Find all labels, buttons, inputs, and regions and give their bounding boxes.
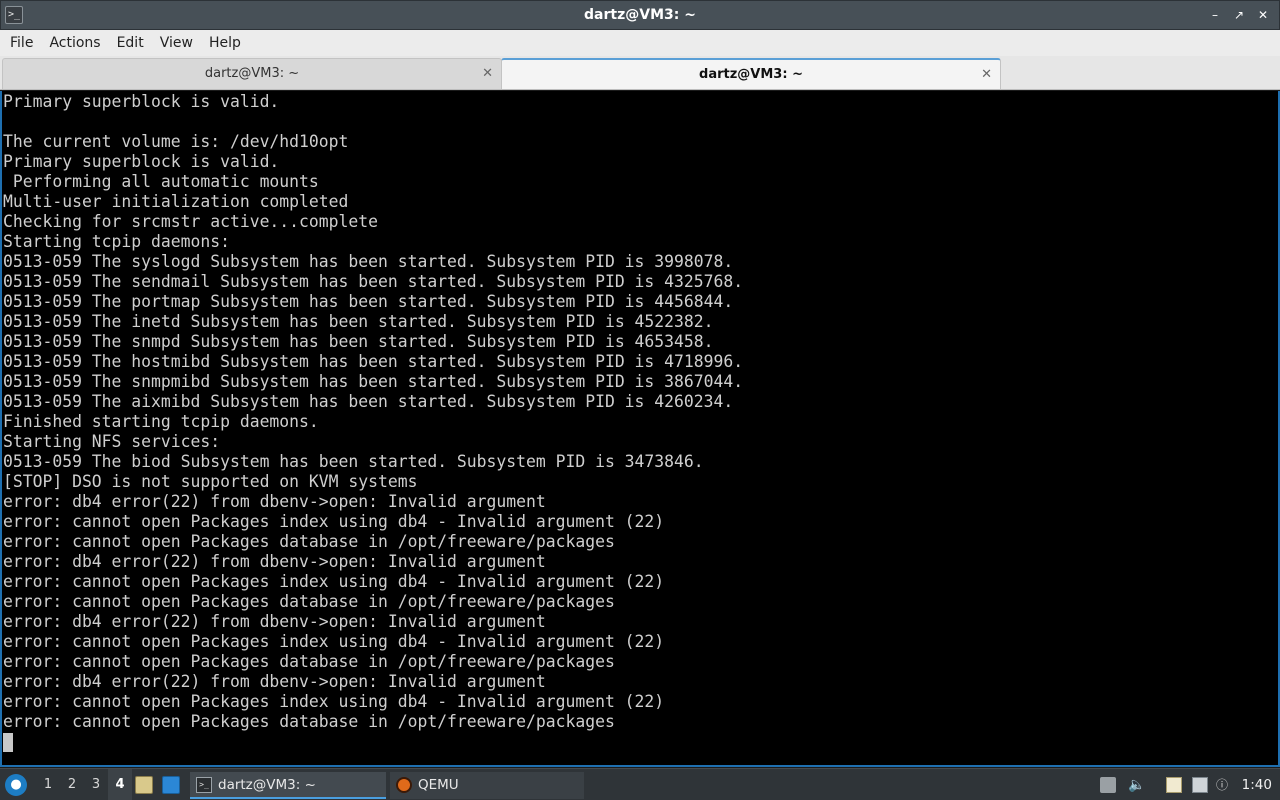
- terminal-line: error: db4 error(22) from dbenv->open: I…: [3, 552, 546, 571]
- menu-file[interactable]: File: [2, 30, 41, 56]
- terminal-line: 0513-059 The snmpd Subsystem has been st…: [3, 332, 714, 351]
- terminal-line: 0513-059 The biod Subsystem has been sta…: [3, 452, 704, 471]
- terminal-line: 0513-059 The hostmibd Subsystem has been…: [3, 352, 744, 371]
- terminal-line: error: db4 error(22) from dbenv->open: I…: [3, 612, 546, 631]
- taskbar: ● 1 2 3 4 >_ dartz@VM3: ~ QEMU 🔈 ⓘ 1:40: [0, 768, 1280, 800]
- notification-icon[interactable]: ⓘ: [1216, 777, 1232, 793]
- terminal-line: 0513-059 The inetd Subsystem has been st…: [3, 312, 714, 331]
- text-cursor: [3, 733, 13, 752]
- desktop-4-button[interactable]: 4: [108, 769, 132, 800]
- terminal-line: Multi-user initialization completed: [3, 192, 349, 211]
- tab-label: dartz@VM3: ~: [204, 66, 300, 81]
- terminal-line: Checking for srcmstr active...complete: [3, 212, 378, 231]
- tab-label: dartz@VM3: ~: [699, 67, 803, 82]
- terminal-lines: Primary superblock is valid. The current …: [2, 91, 1278, 752]
- terminal-line: Performing all automatic mounts: [3, 172, 319, 191]
- terminal-prompt-line: [3, 732, 1278, 752]
- terminal-line: error: cannot open Packages index using …: [3, 572, 665, 591]
- terminal-line: error: cannot open Packages database in …: [3, 652, 615, 671]
- desktop-switcher: 1 2 3 4: [36, 769, 132, 800]
- menu-actions[interactable]: Actions: [41, 30, 108, 56]
- task-label: dartz@VM3: ~: [218, 777, 316, 793]
- window-controls: – ↗ ✕: [1207, 5, 1271, 25]
- terminal-line: error: db4 error(22) from dbenv->open: I…: [3, 672, 546, 691]
- terminal-line: error: cannot open Packages database in …: [3, 532, 615, 551]
- maximize-button[interactable]: ↗: [1231, 5, 1247, 25]
- terminal-icon: >_: [196, 777, 212, 793]
- terminal-line: 0513-059 The aixmibd Subsystem has been …: [3, 392, 734, 411]
- close-icon[interactable]: ✕: [482, 59, 493, 88]
- terminal-line: 0513-059 The portmap Subsystem has been …: [3, 292, 734, 311]
- terminal-line: Finished starting tcpip daemons.: [3, 412, 319, 431]
- terminal-line: Primary superblock is valid.: [3, 152, 280, 171]
- terminal-line: Starting NFS services:: [3, 432, 221, 451]
- terminal-line: Starting tcpip daemons:: [3, 232, 230, 251]
- tab-bar: dartz@VM3: ~ ✕ dartz@VM3: ~ ✕: [0, 56, 1280, 90]
- tab-2[interactable]: dartz@VM3: ~ ✕: [501, 58, 1001, 89]
- clock[interactable]: 1:40: [1242, 769, 1272, 800]
- close-icon[interactable]: ✕: [981, 60, 992, 89]
- clipboard-icon[interactable]: [1166, 777, 1182, 793]
- terminal-line: error: cannot open Packages database in …: [3, 712, 615, 731]
- qemu-icon: [396, 777, 412, 793]
- terminal-output[interactable]: Primary superblock is valid. The current …: [0, 91, 1280, 767]
- terminal-line: Primary superblock is valid.: [3, 92, 280, 111]
- terminal-line: error: db4 error(22) from dbenv->open: I…: [3, 492, 546, 511]
- menu-bar: File Actions Edit View Help: [0, 30, 1280, 56]
- eject-icon[interactable]: [1100, 777, 1116, 793]
- terminal-line: error: cannot open Packages index using …: [3, 632, 665, 651]
- window-title: dartz@VM3: ~: [584, 7, 696, 23]
- terminal-line: error: cannot open Packages database in …: [3, 592, 615, 611]
- terminal-line: 0513-059 The sendmail Subsystem has been…: [3, 272, 744, 291]
- menu-edit[interactable]: Edit: [109, 30, 152, 56]
- terminal-line: 0513-059 The syslogd Subsystem has been …: [3, 252, 734, 271]
- desktop-2-button[interactable]: 2: [60, 769, 84, 800]
- desktop-3-button[interactable]: 3: [84, 769, 108, 800]
- close-button[interactable]: ✕: [1255, 5, 1271, 25]
- show-desktop-icon[interactable]: [162, 776, 180, 794]
- minimize-button[interactable]: –: [1207, 5, 1223, 25]
- terminal-line: error: cannot open Packages index using …: [3, 692, 665, 711]
- window-titlebar[interactable]: >_ dartz@VM3: ~ – ↗ ✕: [0, 0, 1280, 30]
- file-manager-icon[interactable]: [135, 776, 153, 794]
- menu-help[interactable]: Help: [201, 30, 249, 56]
- taskbar-task-qemu[interactable]: QEMU: [390, 772, 584, 799]
- start-menu-icon[interactable]: ●: [5, 774, 27, 796]
- terminal-line: 0513-059 The snmpmibd Subsystem has been…: [3, 372, 744, 391]
- taskbar-task-terminal[interactable]: >_ dartz@VM3: ~: [190, 772, 386, 799]
- terminal-line: error: cannot open Packages index using …: [3, 512, 665, 531]
- volume-icon[interactable]: 🔈: [1128, 777, 1145, 793]
- tab-1[interactable]: dartz@VM3: ~ ✕: [2, 58, 502, 89]
- terminal-line: [STOP] DSO is not supported on KVM syste…: [3, 472, 418, 491]
- menu-view[interactable]: View: [152, 30, 201, 56]
- desktop-1-button[interactable]: 1: [36, 769, 60, 800]
- terminal-line: The current volume is: /dev/hd10opt: [3, 132, 349, 151]
- network-icon[interactable]: [1192, 777, 1208, 793]
- task-label: QEMU: [418, 777, 459, 793]
